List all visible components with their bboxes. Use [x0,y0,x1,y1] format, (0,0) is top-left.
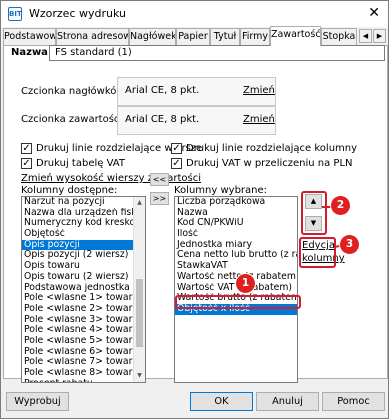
list-item[interactable]: Narzut na pozycji [22,197,133,208]
list-item[interactable]: Pole <wlasne 2> towaru [22,304,133,315]
tab-firmy[interactable]: Firmy [240,28,270,45]
header-font-label: Czcionka nagłówków: [21,86,128,97]
list-item[interactable]: Pole <wlasne 8> towaru [22,368,133,379]
selected-item-highlight [175,295,301,309]
content-font-box: Arial CE, 8 pkt. Zmień [117,106,276,135]
tab-naglowek[interactable]: Nagłówek [129,28,176,45]
print-column-lines-label: Drukuj linie rozdzielające kolumny [186,143,358,154]
print-test-button[interactable]: Wyprobuj [6,392,69,411]
name-field[interactable]: FS standard (1) [49,45,385,61]
check-icon: ✓ [171,158,182,169]
list-item[interactable]: Nazwa [175,208,297,219]
list-item[interactable]: Pole <wlasne 4> towaru [22,325,133,336]
window-title: Wzorzec wydruku [29,7,126,20]
list-item[interactable]: Cena netto lub brutto (z rabatem) [175,250,297,261]
tab-scroll-left-icon[interactable]: ◀ [359,29,372,43]
list-item[interactable]: StawkaVAT [175,261,297,272]
title-bar: BIT Wzorzec wydruku ✕ [1,1,388,27]
check-icon: ✓ [21,143,32,154]
list-item[interactable]: Opis pozycji [22,239,133,251]
print-vat-pln-checkbox[interactable]: ✓ Drukuj VAT w przeliczeniu na PLN [171,158,353,169]
cancel-button[interactable]: Anuluj [256,392,319,411]
print-vat-pln-label: Drukuj VAT w przeliczeniu na PLN [186,158,353,169]
header-font-value: Arial CE, 8 pkt. [125,85,200,96]
header-font-change-link[interactable]: Zmień [243,85,275,96]
list-item[interactable]: Objętość [22,229,133,240]
print-column-lines-checkbox[interactable]: ✓ Drukuj linie rozdzielające kolumny [171,143,357,154]
annotation-badge-2: 2 [331,196,350,215]
tab-stopka[interactable]: Stopka [321,28,357,45]
list-item[interactable]: Nazwa dla urządzeń fiskalnych [22,208,133,219]
move-right-button[interactable]: >> [150,192,169,205]
list-item[interactable]: Liczba porządkowa [175,197,297,208]
tab-podstawowe[interactable]: Podstawowe [3,28,56,45]
chosen-columns-list[interactable]: Liczba porządkowa Nazwa Kod CN/PKWiU Ilość J… [174,196,298,383]
scroll-up-icon[interactable]: ▲ [134,197,145,209]
app-icon: BIT [8,7,22,21]
content-font-label: Czcionka zawartości: [21,114,126,125]
list-item[interactable]: Podstawowa jednostka miary [22,283,133,294]
available-scrollbar[interactable]: ▲ ▼ [133,197,145,382]
print-vat-table-label: Drukuj tabelę VAT [36,158,125,169]
content-font-value: Arial CE, 8 pkt. [125,114,200,125]
row-height-link[interactable]: Zmień wysokość wierszy zawartości [21,173,201,184]
list-item[interactable]: Ilość [175,229,297,240]
callout-line-2 [322,206,331,208]
scroll-thumb[interactable] [136,279,143,347]
order-buttons-highlight [301,191,327,235]
list-item[interactable]: Pole <wlasne 7> towaru [22,357,133,368]
move-left-button[interactable]: << [150,173,169,186]
header-font-box: Arial CE, 8 pkt. Zmień [117,77,276,106]
list-item[interactable]: Kod CN/PKWiU [175,218,297,229]
tab-papier[interactable]: Papier [176,28,210,45]
annotation-badge-3: 3 [340,235,359,254]
tab-scroll-right-icon[interactable]: ▶ [373,29,386,43]
chosen-columns-label: Kolumny wybrane: [174,185,268,196]
name-label: Nazwa: [11,47,52,58]
tab-tytul[interactable]: Tytuł [210,28,240,45]
list-item[interactable]: Pole <wlasne 6> towaru [22,347,133,358]
edit-columns-highlight [299,237,336,268]
list-item[interactable]: Opis pozycji (2 wiersz) [22,250,133,261]
list-item[interactable]: Opis towaru [22,261,133,272]
close-icon[interactable]: ✕ [368,5,380,21]
print-vat-table-checkbox[interactable]: ✓ Drukuj tabelę VAT [21,158,125,169]
scroll-down-icon[interactable]: ▼ [134,370,145,382]
list-item[interactable]: Pole <wlasne 5> towaru [22,336,133,347]
check-icon: ✓ [171,143,182,154]
print-template-dialog: BIT Wzorzec wydruku ✕ Podstawowe Strona … [0,0,389,419]
check-icon: ✓ [21,158,32,169]
available-columns-label: Kolumny dostępne: [21,185,118,196]
available-columns-list[interactable]: Narzut na pozycjiNazwa dla urządzeń fisk… [21,196,146,383]
content-tab-panel: Nazwa: FS standard (1) Czcionka nagłówkó… [3,45,388,383]
tab-strip: Podstawowe Strona adresowa Nagłówek Papi… [3,26,388,46]
content-font-change-link[interactable]: Zmień [243,114,275,125]
annotation-badge-1: 1 [236,274,255,293]
tab-strona-adresowa[interactable]: Strona adresowa [56,28,129,45]
list-item[interactable]: Pole <wlasne 3> towaru [22,315,133,326]
ok-button[interactable]: OK [190,392,253,411]
list-item[interactable]: Jednostka miary [175,240,297,251]
list-item[interactable]: Numeryczny kod kreskowy [22,218,133,229]
list-item[interactable]: Opis towaru (2 wiersz) [22,272,133,283]
list-item[interactable]: Pole <wlasne 1> towaru [22,293,133,304]
help-button[interactable]: Pomoc [322,392,385,411]
tab-zawartosc[interactable]: Zawartość [270,26,321,46]
list-item[interactable]: Procent rabatu [22,379,133,382]
